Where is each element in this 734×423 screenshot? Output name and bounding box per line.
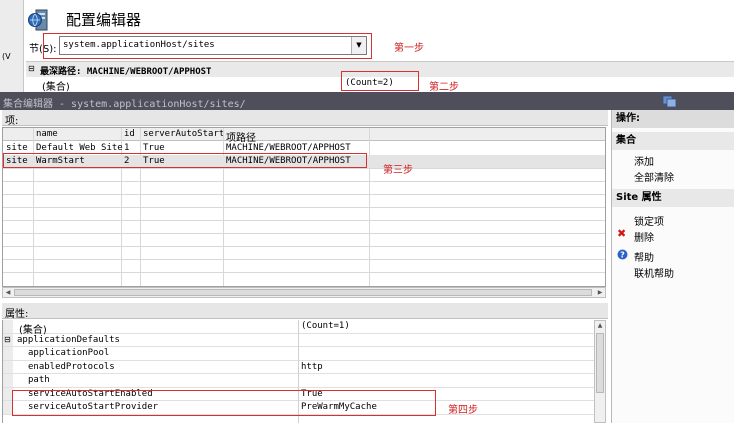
- properties-header-label: 属性:: [5, 309, 29, 320]
- step1-note: 第一步: [394, 43, 424, 54]
- column-header-server-auto-start[interactable]: serverAutoStart: [143, 129, 224, 139]
- help-button[interactable]: 帮助: [634, 249, 654, 264]
- vertical-scrollbar[interactable]: ▲: [594, 320, 606, 423]
- property-name: applicationPool: [28, 348, 110, 358]
- svg-text:?: ?: [620, 251, 625, 260]
- delete-icon[interactable]: ✖: [617, 227, 626, 240]
- step2-highlight: [341, 71, 419, 91]
- row-name: Default Web Site: [36, 143, 123, 153]
- step2-note: 第二步: [429, 82, 459, 93]
- row-type: site: [6, 143, 28, 153]
- step4-highlight: [12, 390, 436, 416]
- grid-header-row: name id serverAutoStart 项路径: [3, 128, 605, 144]
- items-header-label: 项:: [5, 116, 19, 127]
- properties-header: 属性:: [2, 303, 608, 320]
- items-header: 项:: [2, 110, 608, 127]
- step1-highlight: [43, 33, 372, 59]
- left-panel-strip: (V: [0, 0, 24, 92]
- config-editor-icon: [28, 9, 48, 31]
- delete-button[interactable]: 删除: [634, 229, 654, 244]
- scroll-right-icon[interactable]: ▶: [595, 288, 605, 297]
- property-value[interactable]: http: [301, 362, 323, 372]
- site-properties-header: Site 属性: [612, 189, 734, 207]
- actions-panel: 操作: 集合 添加 全部清除 Site 属性 锁定项 ✖ 删除 ? 帮助 联机帮…: [611, 110, 734, 423]
- step4-note: 第四步: [448, 405, 478, 416]
- cascade-windows-icon[interactable]: [662, 95, 678, 109]
- column-header-id[interactable]: id: [124, 129, 135, 139]
- row-server-auto-start: True: [143, 143, 165, 153]
- step3-highlight: [3, 153, 367, 168]
- left-strip-text: (V: [2, 52, 11, 61]
- clear-all-button[interactable]: 全部清除: [634, 169, 674, 184]
- row-id: 1: [124, 143, 130, 153]
- vertical-scroll-thumb[interactable]: [596, 333, 604, 393]
- property-name: enabledProtocols: [28, 361, 115, 372]
- horizontal-scroll-thumb[interactable]: [14, 289, 592, 296]
- horizontal-scrollbar[interactable]: ◀ ▶: [2, 287, 606, 298]
- property-name: applicationDefaults: [17, 334, 120, 345]
- column-header-name[interactable]: name: [36, 129, 58, 139]
- actions-header: 操作:: [612, 110, 734, 128]
- collapse-icon[interactable]: ⊟: [28, 64, 35, 73]
- collection-editor-titlebar: 集合编辑器 - system.applicationHost/sites/: [0, 92, 734, 110]
- collection-section-header: 集合: [612, 132, 734, 150]
- add-button[interactable]: 添加: [634, 153, 654, 168]
- collection-editor-title: 集合编辑器 - system.applicationHost/sites/: [3, 99, 246, 110]
- online-help-button[interactable]: 联机帮助: [634, 265, 674, 280]
- lock-item-button[interactable]: 锁定项: [634, 213, 664, 228]
- items-grid[interactable]: name id serverAutoStart 项路径 site Default…: [2, 127, 606, 287]
- collapse-icon[interactable]: ⊟: [4, 335, 11, 344]
- scroll-up-icon[interactable]: ▲: [595, 321, 605, 330]
- row-path: MACHINE/WEBROOT/APPHOST: [226, 143, 351, 153]
- scroll-left-icon[interactable]: ◀: [3, 288, 13, 297]
- deepest-path-label: 最深路径: MACHINE/WEBROOT/APPHOST: [40, 67, 212, 77]
- help-icon[interactable]: ?: [617, 249, 628, 260]
- page-title: 配置编辑器: [66, 11, 142, 29]
- property-value[interactable]: (Count=1): [301, 321, 350, 331]
- step3-note: 第三步: [383, 165, 413, 176]
- property-name: path: [28, 375, 50, 385]
- collection-label: (集合): [42, 82, 70, 93]
